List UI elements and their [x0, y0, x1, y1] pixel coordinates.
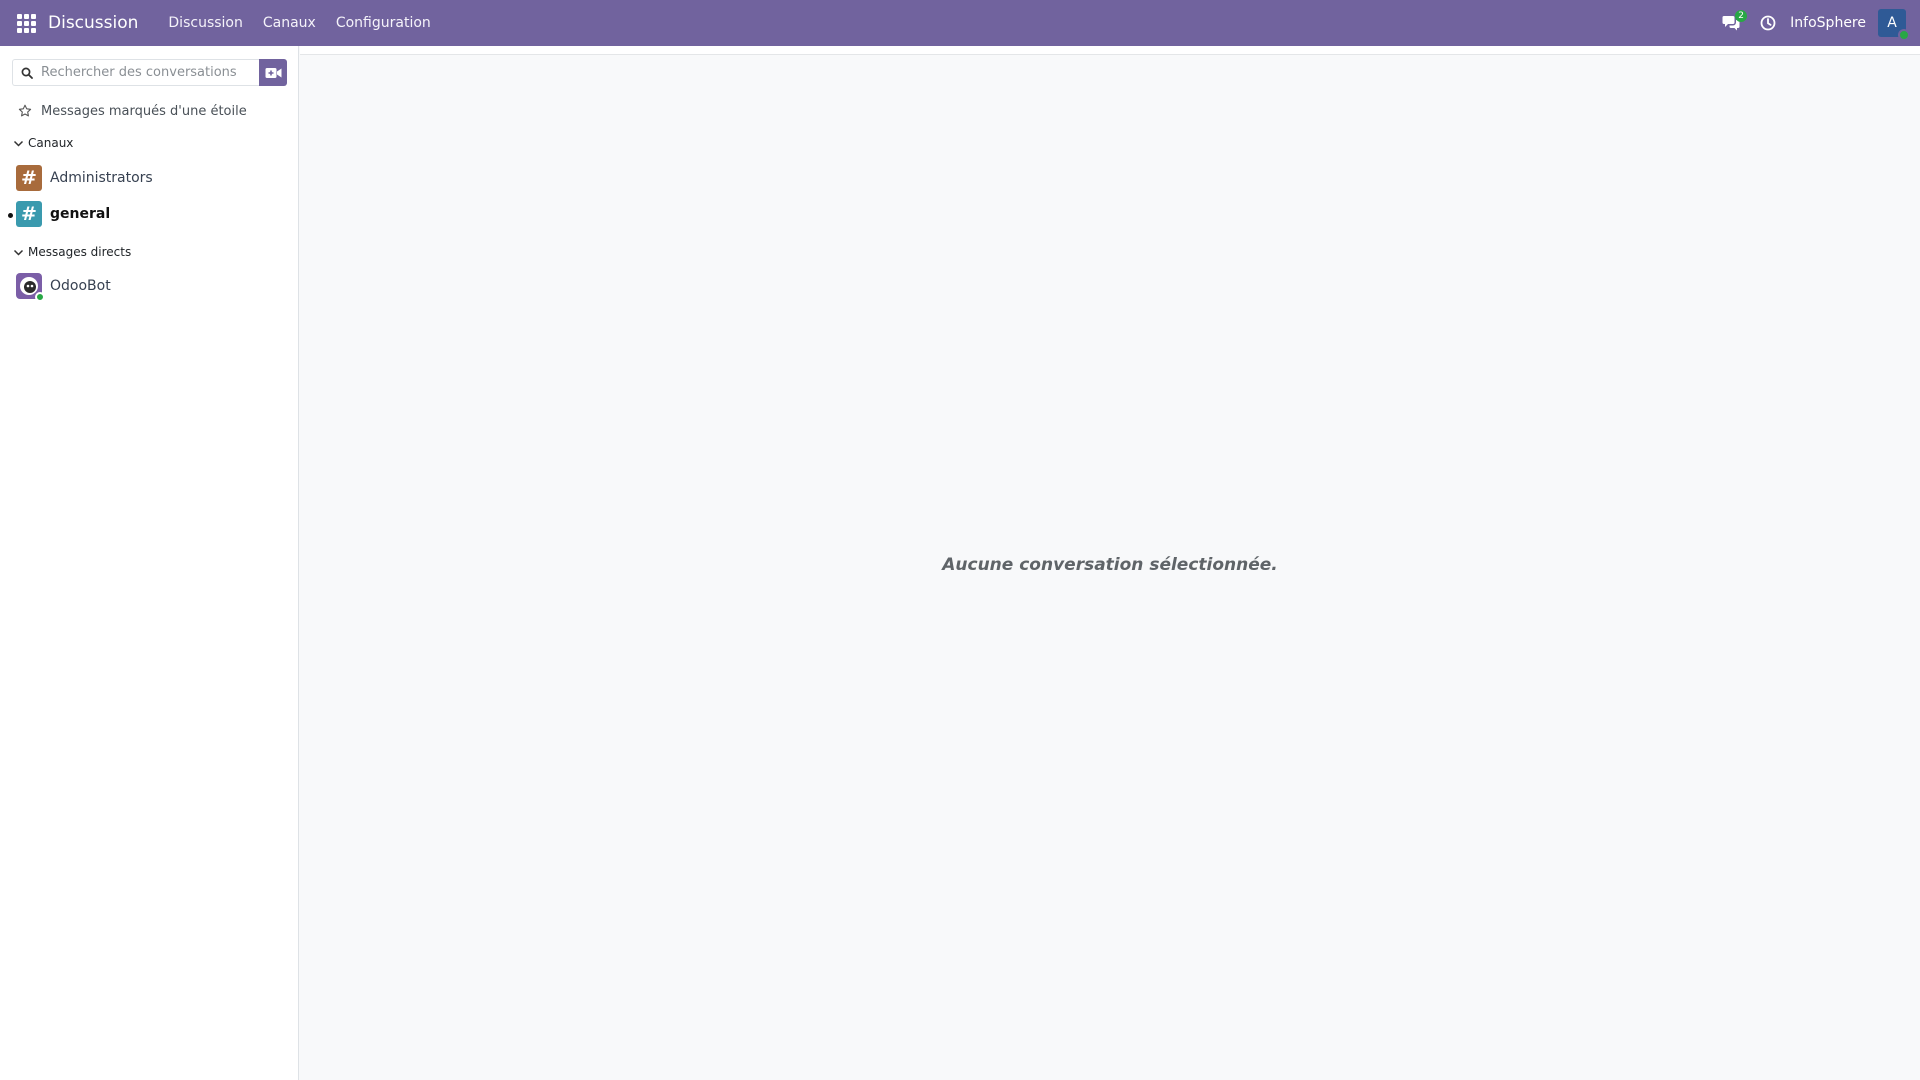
chevron-down-icon: [13, 140, 24, 147]
discuss-sidebar: Messages marqués d'une étoile Canaux # A…: [0, 46, 299, 1080]
starred-messages-item[interactable]: Messages marqués d'une étoile: [18, 101, 247, 121]
unread-indicator: [8, 213, 13, 218]
user-avatar[interactable]: A: [1878, 9, 1910, 41]
online-status-indicator: [35, 291, 45, 302]
category-canaux[interactable]: Canaux: [13, 134, 73, 152]
thread-area: Aucune conversation sélectionnée.: [300, 54, 1920, 1080]
video-call-icon: [265, 67, 281, 78]
search-input[interactable]: [39, 64, 259, 81]
menu-discussion[interactable]: Discussion: [158, 0, 252, 46]
category-label: Messages directs: [28, 245, 132, 259]
top-navbar: Discussion Discussion Canaux Configurati…: [0, 0, 1920, 46]
chat-odoobot[interactable]: OdooBot: [16, 272, 111, 302]
messages-badge: 2: [1735, 10, 1748, 22]
search-bar: [12, 59, 287, 86]
starred-label: Messages marqués d'une étoile: [41, 103, 247, 119]
start-meeting-button[interactable]: [259, 59, 287, 86]
menu-canaux[interactable]: Canaux: [253, 0, 326, 46]
avatar-letter: A: [1887, 15, 1897, 31]
apps-menu-button[interactable]: [0, 0, 52, 46]
chat-name: OdooBot: [50, 277, 111, 294]
search-icon: [21, 67, 33, 79]
category-label: Canaux: [28, 136, 74, 150]
channel-name: Administrators: [50, 169, 153, 186]
channel-general[interactable]: # general: [16, 200, 110, 227]
chevron-down-icon: [13, 249, 24, 256]
clock-icon: [1760, 15, 1776, 31]
apps-grid-icon: [16, 13, 36, 33]
channel-name: general: [50, 205, 111, 222]
main-content: Aucune conversation sélectionnée.: [300, 46, 1920, 1080]
company-switcher[interactable]: InfoSphere: [1786, 15, 1878, 31]
empty-conversation-message: Aucune conversation sélectionnée.: [942, 555, 1278, 575]
odoobot-avatar: [16, 272, 45, 302]
channel-administrators[interactable]: # Administrators: [16, 164, 153, 191]
category-messages-directs[interactable]: Messages directs: [13, 243, 131, 261]
menu-configuration[interactable]: Configuration: [326, 0, 441, 46]
systray: 2 InfoSphere A: [1712, 0, 1920, 46]
hash-icon: #: [16, 200, 42, 227]
app-brand[interactable]: Discussion: [48, 13, 138, 33]
user-status-indicator: [1898, 29, 1910, 41]
activities-button[interactable]: [1750, 0, 1786, 46]
messages-button[interactable]: 2: [1712, 0, 1750, 46]
hash-icon: #: [16, 164, 42, 191]
star-icon: [18, 104, 32, 117]
search-box: [12, 59, 259, 86]
